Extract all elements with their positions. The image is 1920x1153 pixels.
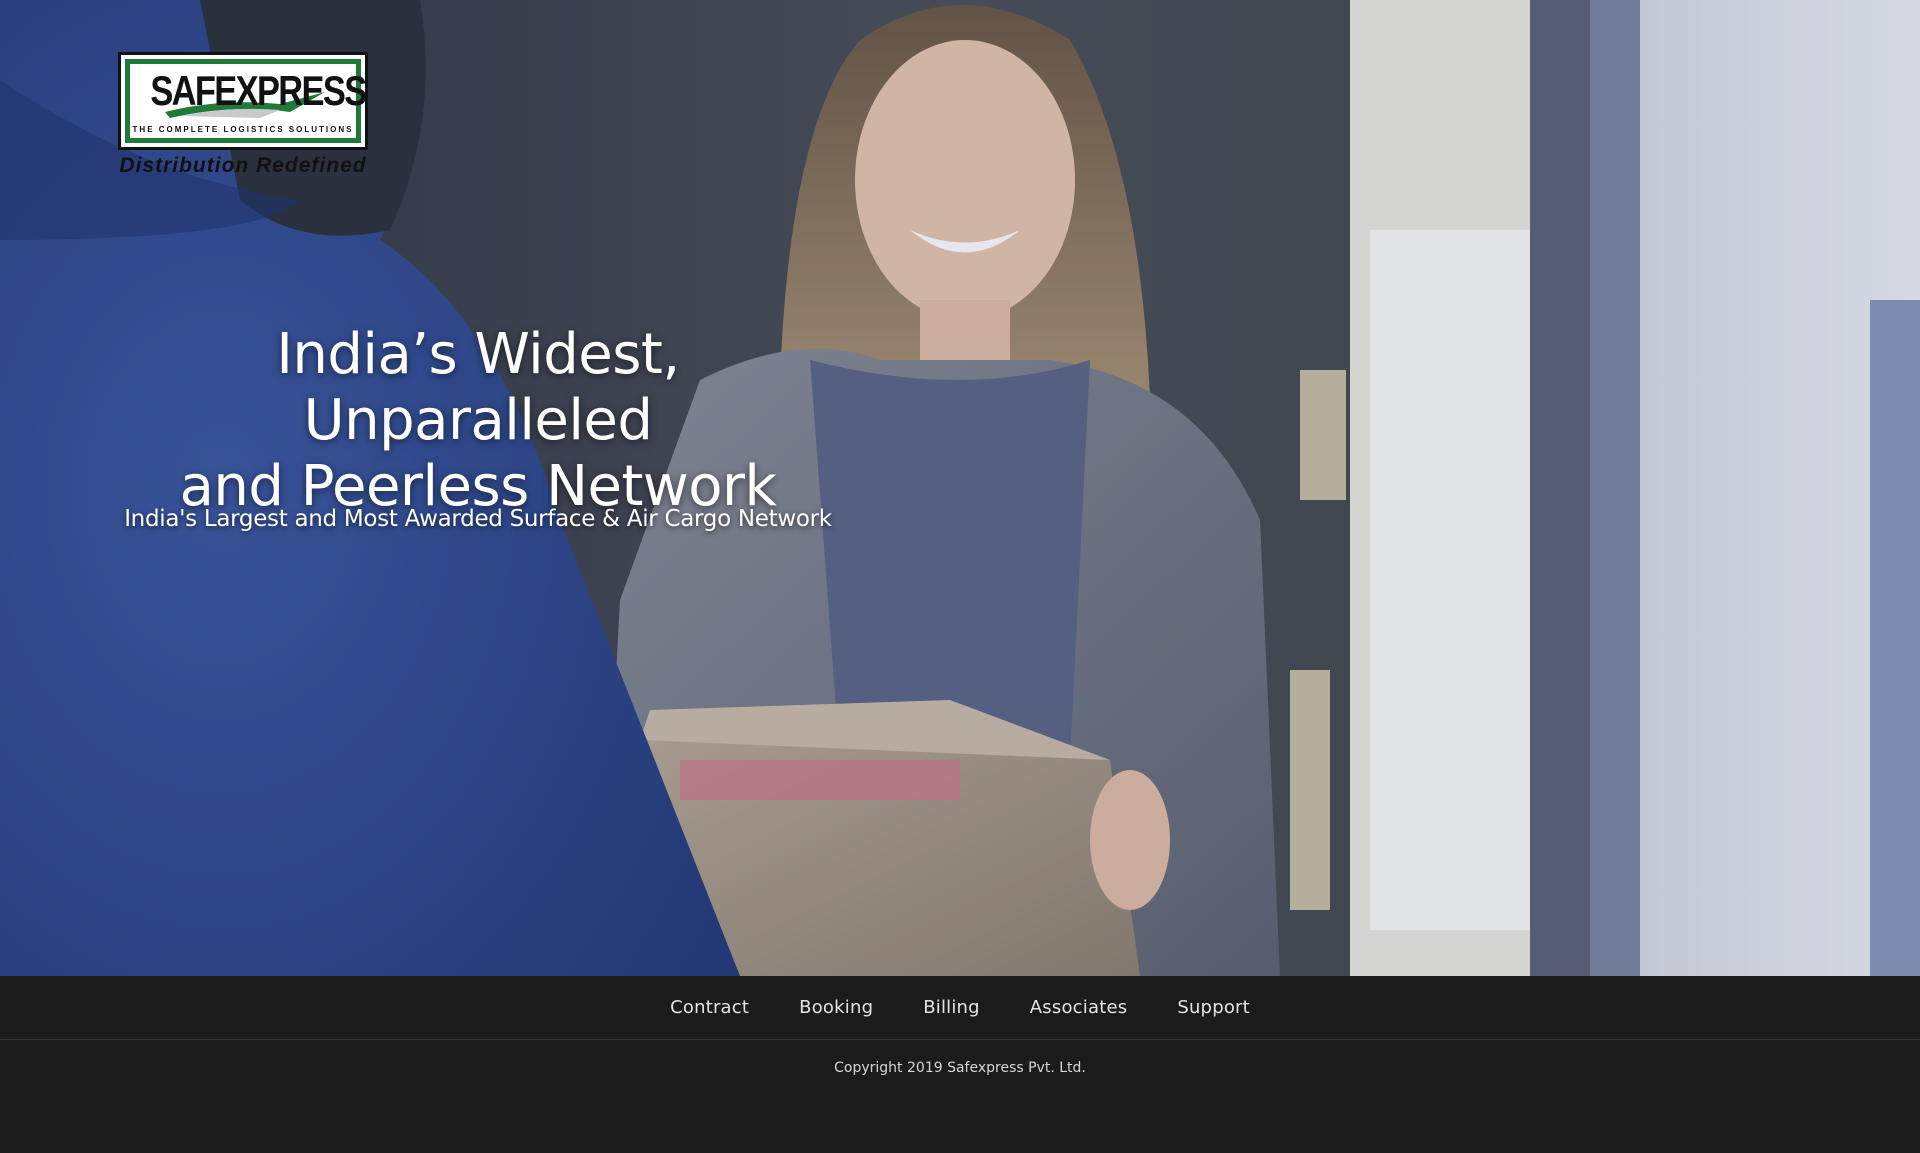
copyright-text: Copyright 2019 Safexpress Pvt. Ltd. bbox=[834, 1060, 1086, 1076]
hero-headline: India’s Widest, Unparalleled and Peerles… bbox=[118, 322, 838, 520]
footer-link-billing[interactable]: Billing bbox=[898, 997, 1005, 1018]
hero-subheadline: India's Largest and Most Awarded Surface… bbox=[124, 506, 832, 532]
footer-link-associates[interactable]: Associates bbox=[1005, 997, 1153, 1018]
logo-inner-frame: SAFEXPRESS THE COMPLETE LOGISTICS SOLUTI… bbox=[125, 59, 367, 143]
footer-nav: Contract Booking Billing Associates Supp… bbox=[0, 976, 1920, 1040]
hero-headline-line-1: India’s Widest, Unparalleled bbox=[276, 322, 680, 453]
safexpress-logo[interactable]: SAFEXPRESS THE COMPLETE LOGISTICS SOLUTI… bbox=[118, 52, 368, 178]
footer: Contract Booking Billing Associates Supp… bbox=[0, 976, 1920, 1153]
logo-tagline: THE COMPLETE LOGISTICS SOLUTIONS bbox=[132, 125, 354, 134]
footer-link-support[interactable]: Support bbox=[1152, 997, 1275, 1018]
logo-frame: SAFEXPRESS THE COMPLETE LOGISTICS SOLUTI… bbox=[118, 52, 368, 150]
footer-link-booking[interactable]: Booking bbox=[774, 997, 898, 1018]
footer-link-contract[interactable]: Contract bbox=[645, 997, 774, 1018]
logo-subtitle: Distribution Redefined bbox=[119, 154, 367, 177]
logo-brand-text: SAFEXPRESS bbox=[150, 67, 367, 114]
page: SAFEXPRESS THE COMPLETE LOGISTICS SOLUTI… bbox=[0, 0, 1920, 1153]
hero-banner: SAFEXPRESS THE COMPLETE LOGISTICS SOLUTI… bbox=[0, 0, 1920, 976]
